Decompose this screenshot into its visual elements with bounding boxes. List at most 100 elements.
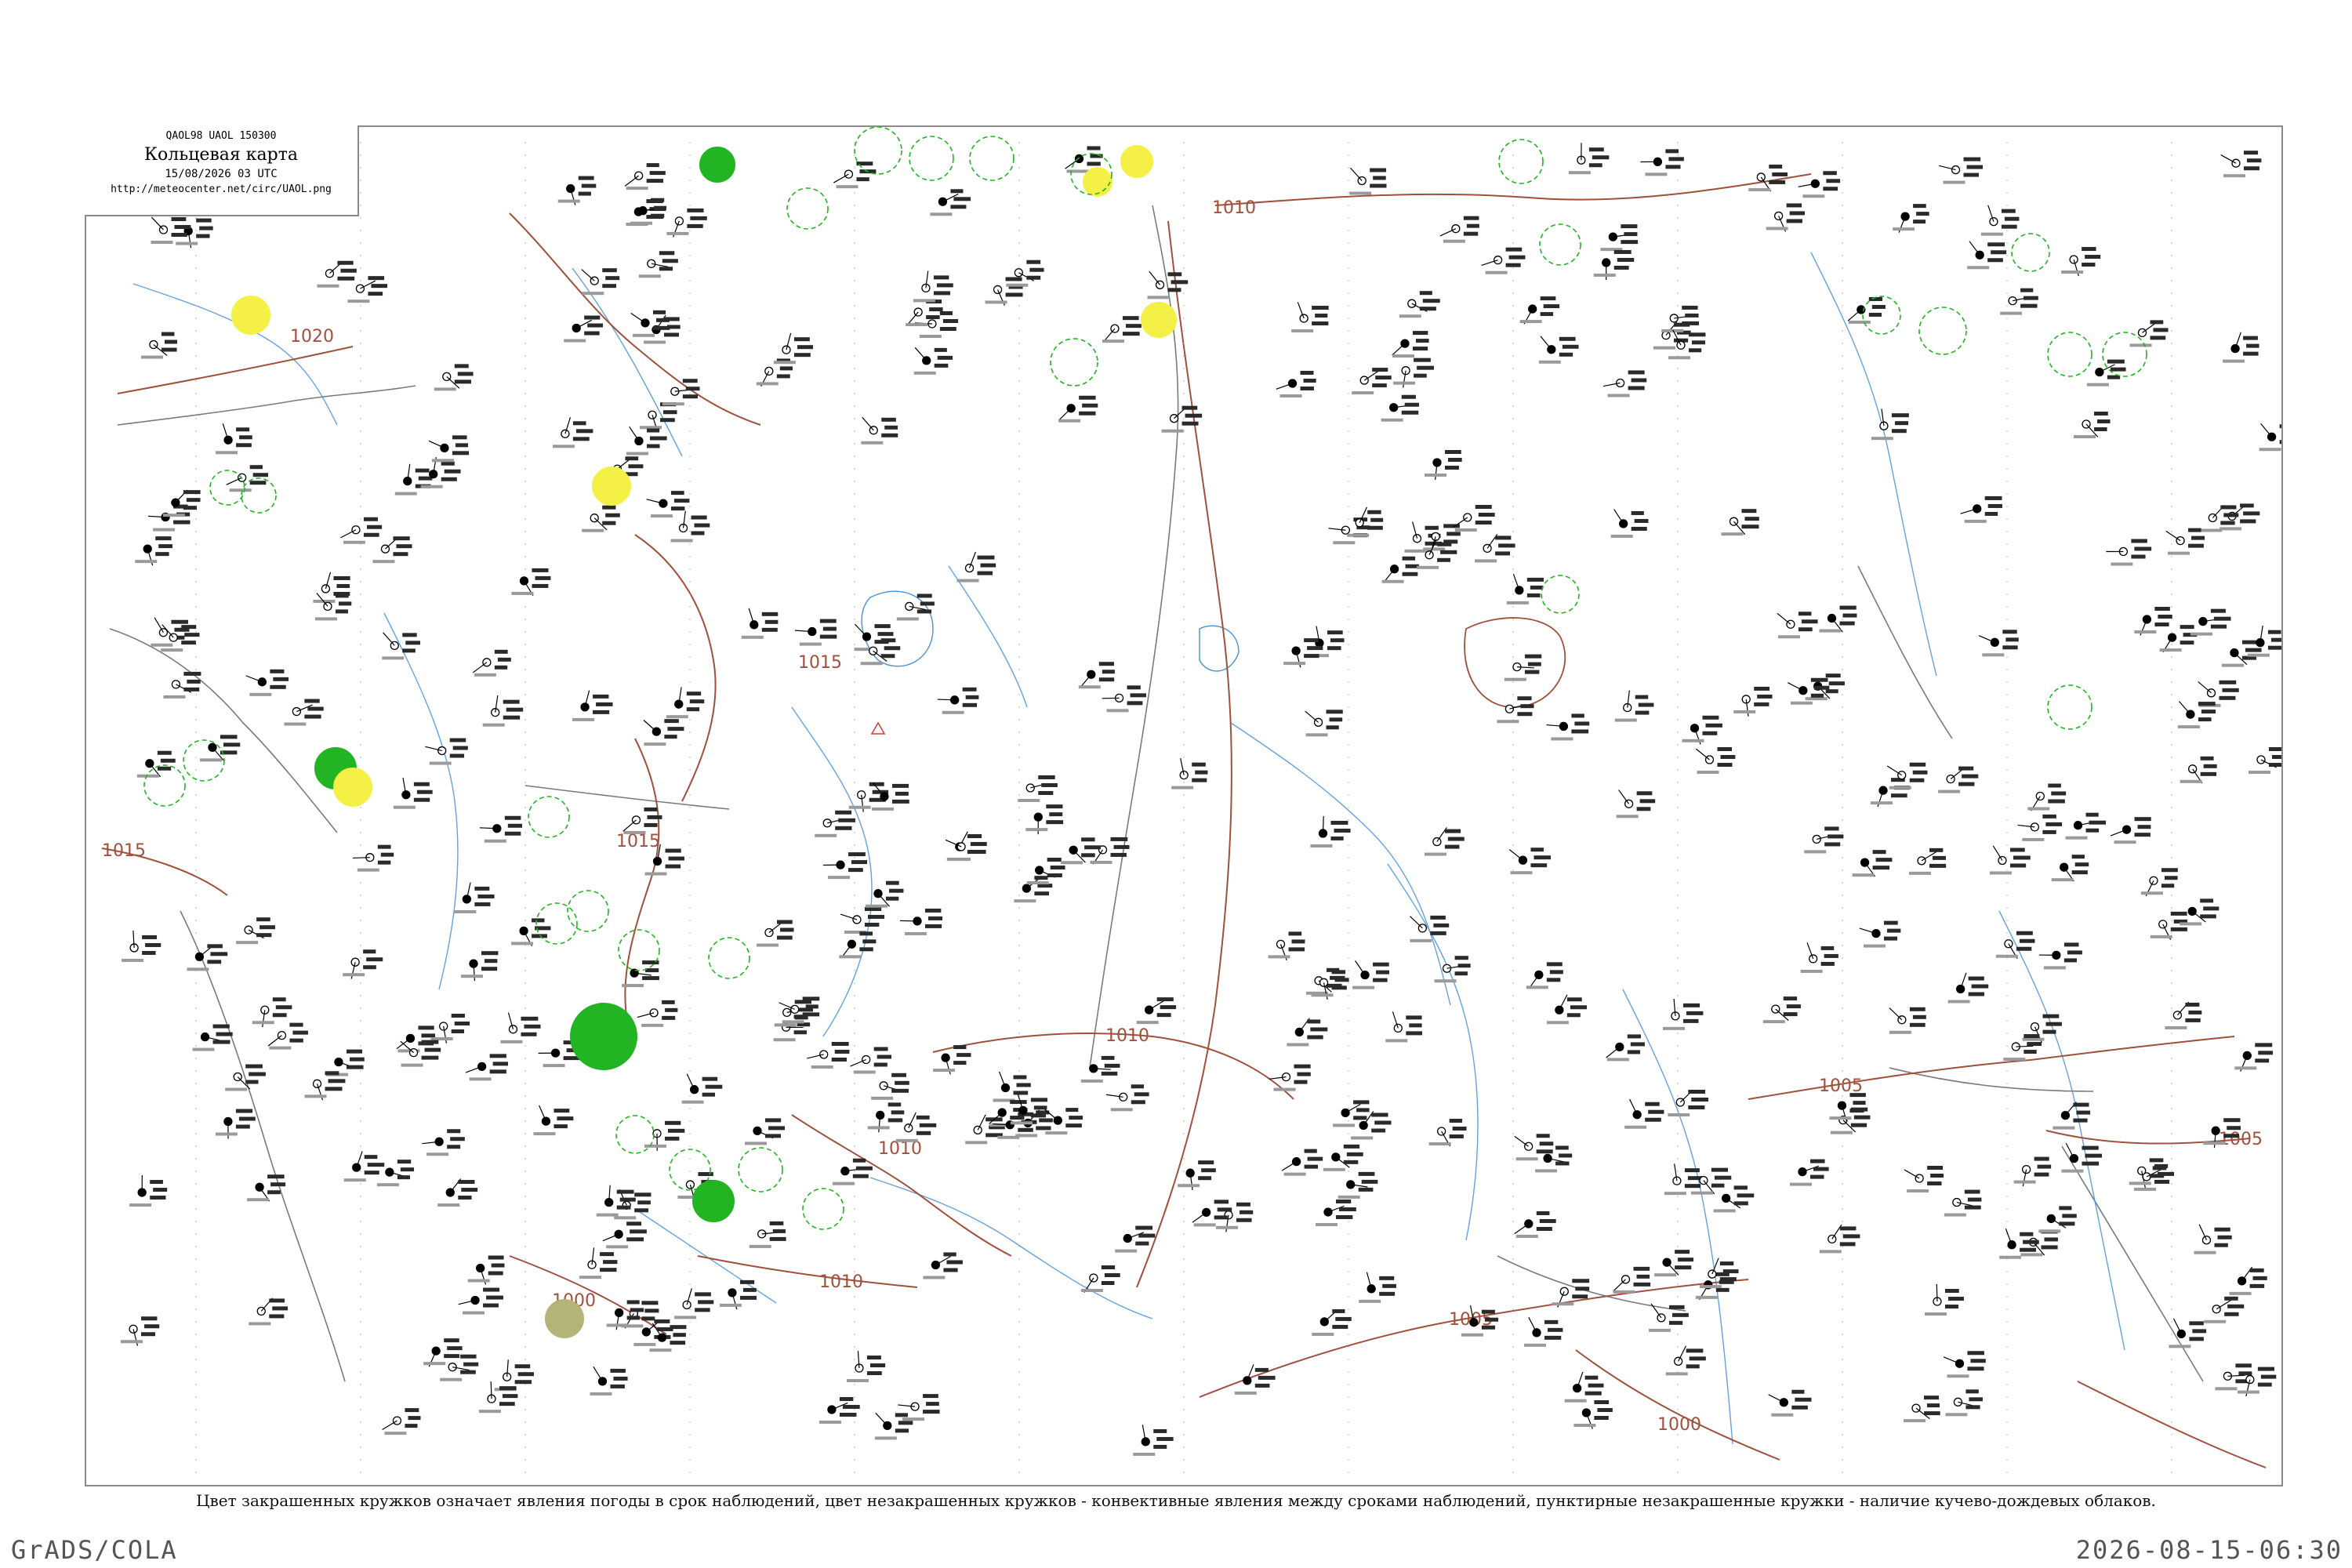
graticule-dot — [1018, 1434, 1020, 1436]
graticule-dot — [1183, 832, 1185, 833]
graticule-dot — [1348, 355, 1349, 357]
graticule-dot — [1842, 719, 1843, 720]
graticule-dot — [2171, 1007, 2172, 1009]
graticule-dot — [854, 1384, 855, 1385]
graticule-dot — [2006, 1334, 2008, 1335]
graticule-dot — [689, 982, 691, 984]
graticule-dot — [360, 982, 361, 984]
graticule-dot — [524, 1321, 526, 1323]
cb-dashed-circle — [1498, 139, 1544, 184]
graticule-dot — [1183, 631, 1185, 633]
station-plot — [478, 1381, 518, 1414]
graticule-dot — [195, 1033, 197, 1034]
station-plot — [823, 852, 868, 880]
graticule-dot — [2006, 493, 2008, 495]
graticule-dot — [1677, 255, 1679, 256]
graticule-dot — [360, 1459, 361, 1461]
graticule-dot — [1677, 970, 1679, 971]
graticule-dot — [1512, 782, 1514, 783]
graticule-dot — [2171, 142, 2172, 143]
graticule-dot — [2171, 1033, 2172, 1034]
station-plot — [2086, 359, 2126, 387]
graticule-dot — [1348, 456, 1349, 457]
graticule-dot — [689, 280, 691, 281]
graticule-dot — [2006, 1446, 2008, 1448]
graticule-dot — [524, 167, 526, 169]
graticule-dot — [524, 205, 526, 206]
graticule-dot — [1348, 180, 1349, 181]
graticule-dot — [360, 844, 361, 846]
graticule-dot — [1512, 1271, 1514, 1272]
graticule-dot — [1183, 1283, 1185, 1285]
graticule-dot — [1348, 681, 1349, 683]
graticule-dot — [524, 694, 526, 695]
graticule-dot — [2006, 1384, 2008, 1385]
station-plot — [372, 536, 412, 564]
station-plot — [2204, 1296, 2245, 1323]
graticule-dot — [689, 1446, 691, 1448]
station-plot — [1573, 1399, 1613, 1429]
graticule-dot — [1842, 518, 1843, 520]
graticule-dot — [1842, 405, 1843, 407]
station-plot — [614, 1189, 652, 1220]
station-plot — [2248, 747, 2281, 775]
graticule-dot — [1677, 506, 1679, 507]
graticule-dot — [1677, 443, 1679, 445]
weather-filled-circle — [1083, 167, 1112, 197]
station-plot — [1524, 1317, 1563, 1347]
graticule-dot — [1677, 757, 1679, 758]
graticule-dot — [1842, 1020, 1843, 1022]
station-plot — [1497, 696, 1534, 724]
graticule-dot — [1183, 895, 1185, 896]
graticule-dot — [195, 807, 197, 808]
station-plot — [1943, 1351, 1986, 1378]
station-plot — [1616, 789, 1656, 818]
source-url[interactable]: http://meteocenter.net/circ/UAOL.png — [85, 183, 358, 195]
graticule-dot — [1018, 1233, 1020, 1235]
graticule-dot — [1348, 656, 1349, 658]
graticule-dot — [2006, 593, 2008, 595]
graticule-dot — [1018, 255, 1020, 256]
graticule-dot — [1183, 1296, 1185, 1298]
graticule-dot — [1183, 1246, 1185, 1247]
graticule-dot — [2171, 205, 2172, 206]
station-plot — [871, 1073, 909, 1100]
graticule-dot — [1512, 430, 1514, 432]
graticule-dot — [2171, 468, 2172, 470]
graticule-dot — [854, 694, 855, 695]
graticule-dot — [1512, 644, 1514, 645]
graticule-dot — [1018, 1321, 1020, 1323]
graticule-dot — [689, 1095, 691, 1097]
station-plot — [1546, 713, 1590, 741]
graticule-dot — [689, 205, 691, 206]
graticule-dot — [195, 468, 197, 470]
graticule-dot — [1512, 1246, 1514, 1247]
graticule-dot — [2171, 1359, 2172, 1360]
graticule-dot — [524, 1384, 526, 1385]
graticule-dot — [689, 368, 691, 369]
graticule-dot — [1512, 1171, 1514, 1172]
isobar-label: 1010 — [1105, 1026, 1149, 1046]
graticule-dot — [689, 1359, 691, 1360]
graticule-dot — [1018, 1208, 1020, 1210]
graticule-dot — [2006, 1070, 2008, 1072]
graticule-dot — [1018, 1459, 1020, 1461]
graticule-dot — [1348, 593, 1349, 595]
isobar-label: 1000 — [1657, 1415, 1701, 1435]
graticule-dot — [2171, 706, 2172, 708]
graticule-dot — [195, 1108, 197, 1109]
graticule-dot — [524, 1221, 526, 1222]
graticule-dot — [854, 1271, 855, 1272]
graticule-dot — [195, 832, 197, 833]
graticule-dot — [360, 1472, 361, 1473]
station-plot — [1819, 605, 1857, 633]
graticule-dot — [1512, 1334, 1514, 1335]
graticule-dot — [360, 506, 361, 507]
graticule-dot — [360, 242, 361, 244]
graticule-dot — [1183, 418, 1185, 419]
station-plot — [839, 931, 877, 959]
graticule-dot — [195, 606, 197, 608]
graticule-dot — [195, 1371, 197, 1373]
graticule-dot — [1677, 1296, 1679, 1298]
graticule-dot — [2171, 757, 2172, 758]
